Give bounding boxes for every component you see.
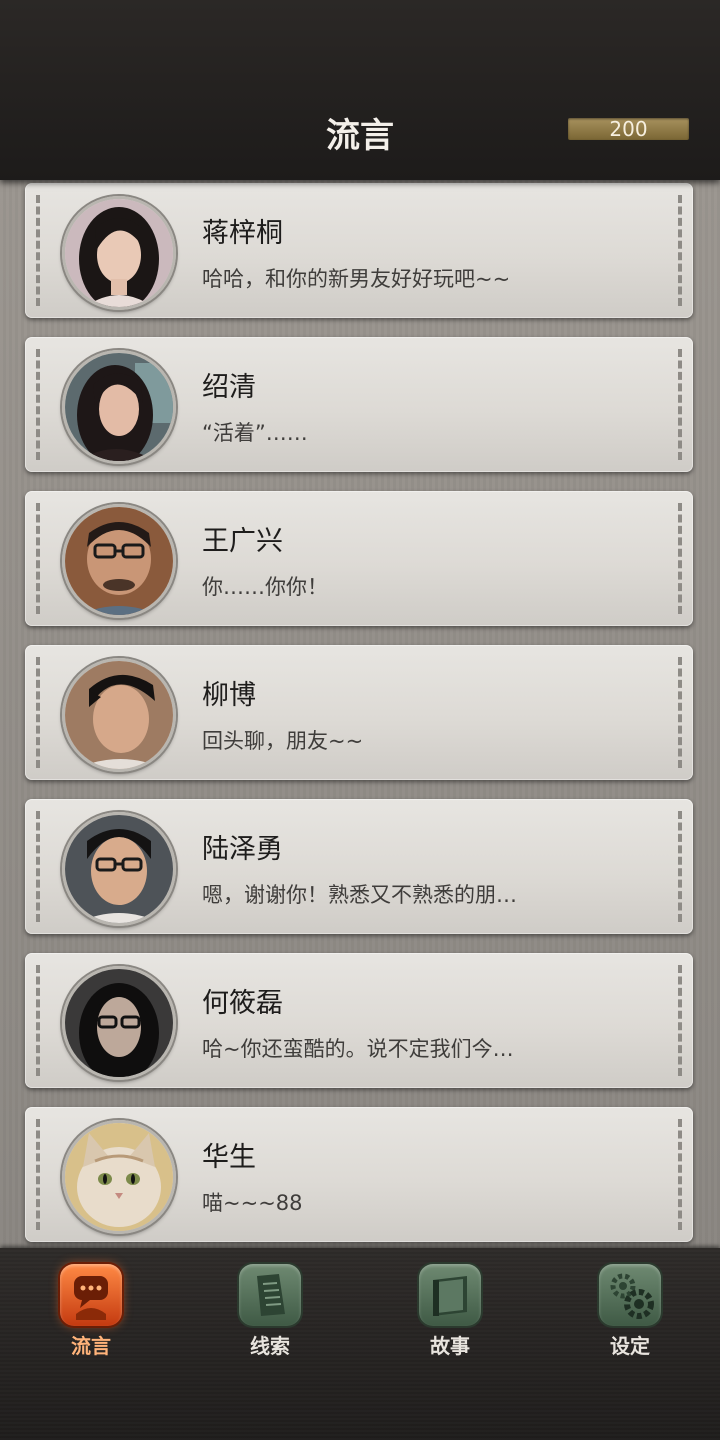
contact-name: 何筱磊	[202, 988, 283, 1019]
avatar-cat	[62, 1120, 176, 1234]
stitch-decoration	[678, 503, 682, 614]
avatar-man-4	[62, 966, 176, 1080]
tab-label: 流言	[71, 1334, 111, 1358]
contact-item-5[interactable]: 陆泽勇 嗯，谢谢你！熟悉又不熟悉的朋…	[25, 799, 693, 934]
tab-label: 故事	[430, 1334, 470, 1358]
contact-message: 哈哈，和你的新男友好好玩吧~~	[202, 267, 511, 291]
avatar-man-3	[62, 812, 176, 926]
top-bar: 流言 200	[0, 0, 720, 180]
contact-name: 陆泽勇	[202, 834, 283, 865]
stitch-decoration	[678, 965, 682, 1076]
book-icon	[419, 1264, 481, 1326]
contact-message: 喵~~~88	[202, 1191, 303, 1215]
tab-settings[interactable]: 设定	[580, 1264, 680, 1364]
contact-item-2[interactable]: 绍清 “活着”……	[25, 337, 693, 472]
contact-list: 蒋梓桐 哈哈，和你的新男友好好玩吧~~ 绍清 “活着”…… 王广兴 你……你你！…	[0, 180, 720, 1248]
contact-message: “活着”……	[202, 421, 308, 445]
tab-label: 设定	[610, 1334, 650, 1358]
contact-message: 你……你你！	[202, 575, 328, 599]
tab-rumors[interactable]: 流言	[41, 1264, 141, 1364]
stitch-decoration	[36, 349, 40, 460]
stitch-decoration	[678, 657, 682, 768]
stitch-decoration	[36, 657, 40, 768]
contact-name: 绍清	[202, 372, 256, 403]
coin-counter: 200	[568, 118, 689, 140]
avatar-woman-1	[62, 196, 176, 310]
stitch-decoration	[36, 965, 40, 1076]
stitch-decoration	[36, 1119, 40, 1230]
tab-label: 线索	[250, 1334, 290, 1358]
contact-name: 蒋梓桐	[202, 218, 283, 249]
stitch-decoration	[678, 1119, 682, 1230]
avatar-man-2	[62, 658, 176, 772]
contact-name: 华生	[202, 1142, 256, 1173]
chat-bubble-icon	[60, 1264, 122, 1326]
contact-message: 哈~你还蛮酷的。说不定我们今…	[202, 1037, 514, 1061]
tab-clues[interactable]: 线索	[220, 1264, 320, 1364]
stitch-decoration	[678, 811, 682, 922]
tab-story[interactable]: 故事	[400, 1264, 500, 1364]
contact-item-6[interactable]: 何筱磊 哈~你还蛮酷的。说不定我们今…	[25, 953, 693, 1088]
stitch-decoration	[678, 349, 682, 460]
avatar-woman-2	[62, 350, 176, 464]
stitch-decoration	[678, 195, 682, 306]
document-icon	[239, 1264, 301, 1326]
stitch-decoration	[36, 811, 40, 922]
contact-item-1[interactable]: 蒋梓桐 哈哈，和你的新男友好好玩吧~~	[25, 183, 693, 318]
bottom-tab-bar: 流言 线索 故事 设定	[0, 1248, 720, 1440]
contact-name: 柳博	[202, 680, 256, 711]
stitch-decoration	[36, 195, 40, 306]
contact-name: 王广兴	[202, 526, 283, 557]
contact-item-3[interactable]: 王广兴 你……你你！	[25, 491, 693, 626]
contact-message: 嗯，谢谢你！熟悉又不熟悉的朋…	[202, 883, 517, 907]
contact-item-7[interactable]: 华生 喵~~~88	[25, 1107, 693, 1242]
gears-icon	[599, 1264, 661, 1326]
avatar-man-1	[62, 504, 176, 618]
stitch-decoration	[36, 503, 40, 614]
contact-item-4[interactable]: 柳博 回头聊，朋友~~	[25, 645, 693, 780]
contact-message: 回头聊，朋友~~	[202, 729, 364, 753]
